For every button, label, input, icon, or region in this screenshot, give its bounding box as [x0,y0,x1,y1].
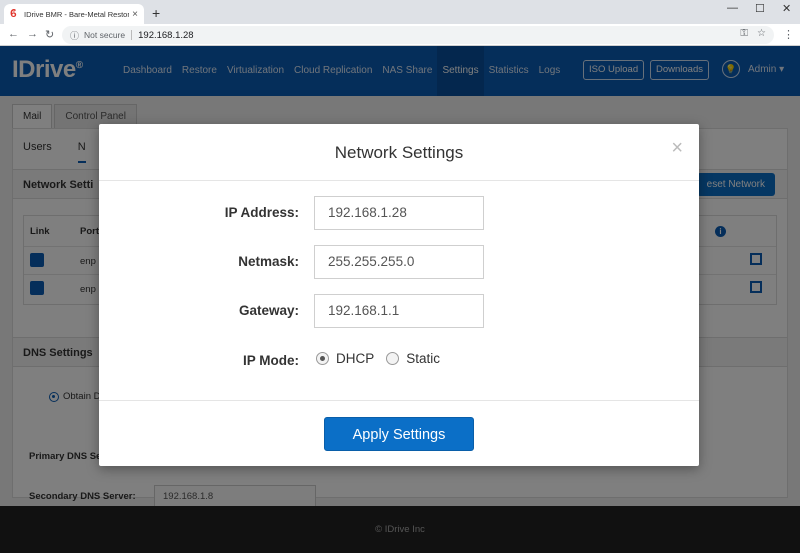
dhcp-radio[interactable] [316,352,329,365]
ip-mode-row: IP Mode: DHCP Static [99,344,699,378]
netmask-input[interactable]: 255.255.255.0 [314,245,484,279]
network-settings-modal: Network Settings × IP Address: 192.168.1… [99,124,699,466]
dhcp-label[interactable]: DHCP [336,351,374,366]
info-icon[interactable]: ⓘ [70,29,79,42]
ip-address-label: IP Address: [224,205,299,220]
address-bar: ← → ↻ ⓘ Not secure 192.168.1.28 ⚿ ☆ ⋮ [0,24,800,46]
window-close-icon[interactable]: ✕ [782,2,791,15]
ip-mode-radio-group: DHCP Static [316,351,452,366]
static-label[interactable]: Static [406,351,440,366]
omnibox[interactable]: ⓘ Not secure 192.168.1.28 ⚿ ☆ [62,26,774,44]
gateway-label: Gateway: [238,303,299,318]
browser-tab[interactable]: ϐ IDrive BMR - Bare-Metal Restore × [4,4,144,24]
idrive-favicon-icon: ϐ [10,8,17,20]
ip-address-input[interactable]: 192.168.1.28 [314,196,484,230]
gateway-row: Gateway: 192.168.1.1 [99,294,699,328]
bookmark-star-icon[interactable]: ☆ [757,28,766,39]
back-arrow-icon[interactable]: ← [8,28,19,40]
minimize-icon[interactable]: — [727,2,738,14]
netmask-row: Netmask: 255.255.255.0 [99,245,699,279]
gateway-input[interactable]: 192.168.1.1 [314,294,484,328]
browser-titlebar: ϐ IDrive BMR - Bare-Metal Restore × + — … [0,0,800,24]
maximize-icon[interactable]: ☐ [755,2,765,15]
modal-header: Network Settings × [99,124,699,181]
browser-menu-icon[interactable]: ⋮ [783,28,794,41]
ip-mode-label: IP Mode: [242,353,299,368]
netmask-label: Netmask: [238,254,299,269]
static-radio[interactable] [386,352,400,365]
reload-icon[interactable]: ↻ [45,28,54,41]
url-text[interactable]: 192.168.1.28 [138,30,193,41]
not-secure-label: Not secure [84,30,133,40]
apply-settings-button[interactable]: Apply Settings [324,417,474,451]
close-icon[interactable]: × [671,138,683,158]
browser-window: ϐ IDrive BMR - Bare-Metal Restore × + — … [0,0,800,553]
forward-arrow-icon[interactable]: → [27,28,38,40]
ip-address-row: IP Address: 192.168.1.28 [99,196,699,230]
tab-close-icon[interactable]: × [132,9,138,20]
new-tab-icon[interactable]: + [152,6,160,20]
modal-footer: Apply Settings [99,400,699,466]
key-icon[interactable]: ⚿ [740,28,748,39]
modal-title: Network Settings [334,143,464,162]
tab-title: IDrive BMR - Bare-Metal Restore [24,9,130,19]
